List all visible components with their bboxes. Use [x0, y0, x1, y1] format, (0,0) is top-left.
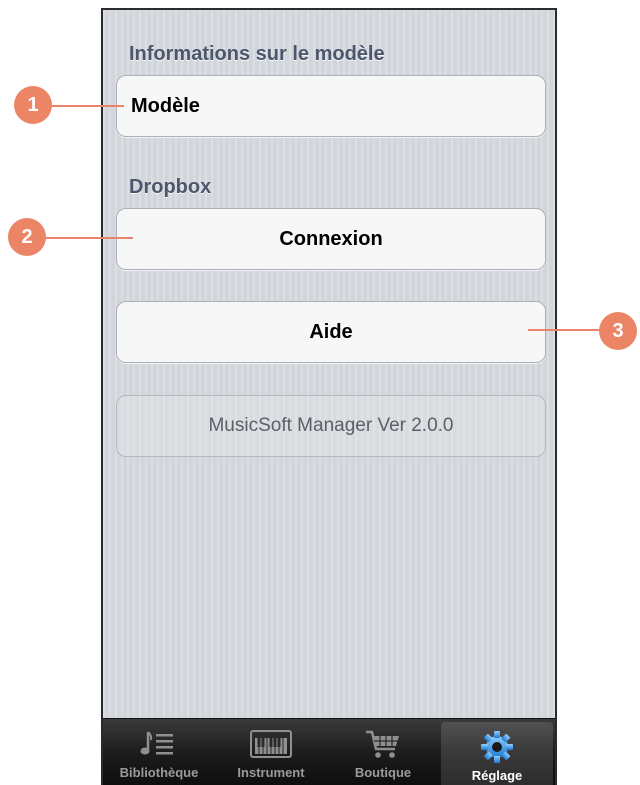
model-row-label: Modèle: [131, 94, 200, 117]
callout-1: 1: [14, 86, 52, 124]
tab-instrument-label: Instrument: [237, 765, 305, 780]
tab-bar: Bibliothèque Instrument Boutique Réglage: [103, 718, 555, 785]
help-button[interactable]: Aide: [116, 301, 546, 363]
cart-icon: [361, 727, 405, 761]
callout-2-line: [40, 237, 133, 239]
connect-button[interactable]: Connexion: [116, 208, 546, 270]
help-button-label: Aide: [309, 320, 353, 343]
callout-2: 2: [8, 218, 46, 256]
model-row[interactable]: Modèle: [116, 75, 546, 137]
tab-settings-label: Réglage: [471, 768, 523, 783]
version-label: MusicSoft Manager Ver 2.0.0: [208, 415, 454, 436]
callout-3-line: [528, 329, 608, 331]
piano-icon: [249, 727, 293, 761]
library-icon: [137, 727, 181, 761]
tab-library[interactable]: Bibliothèque: [103, 719, 215, 785]
gear-icon: [475, 730, 519, 764]
version-info: MusicSoft Manager Ver 2.0.0: [116, 395, 546, 457]
dropbox-section-header: Dropbox: [129, 176, 212, 198]
model-info-section-header: Informations sur le modèle: [129, 43, 385, 65]
tab-instrument[interactable]: Instrument: [215, 719, 327, 785]
tab-shop[interactable]: Boutique: [327, 719, 439, 785]
callout-3: 3: [599, 312, 637, 350]
tab-library-label: Bibliothèque: [119, 765, 199, 780]
connect-button-label: Connexion: [279, 227, 383, 250]
callout-1-line: [44, 105, 124, 107]
settings-screen: Informations sur le modèle Modèle Dropbo…: [101, 8, 557, 785]
tab-shop-label: Boutique: [354, 765, 412, 780]
tab-settings[interactable]: Réglage: [441, 722, 553, 785]
